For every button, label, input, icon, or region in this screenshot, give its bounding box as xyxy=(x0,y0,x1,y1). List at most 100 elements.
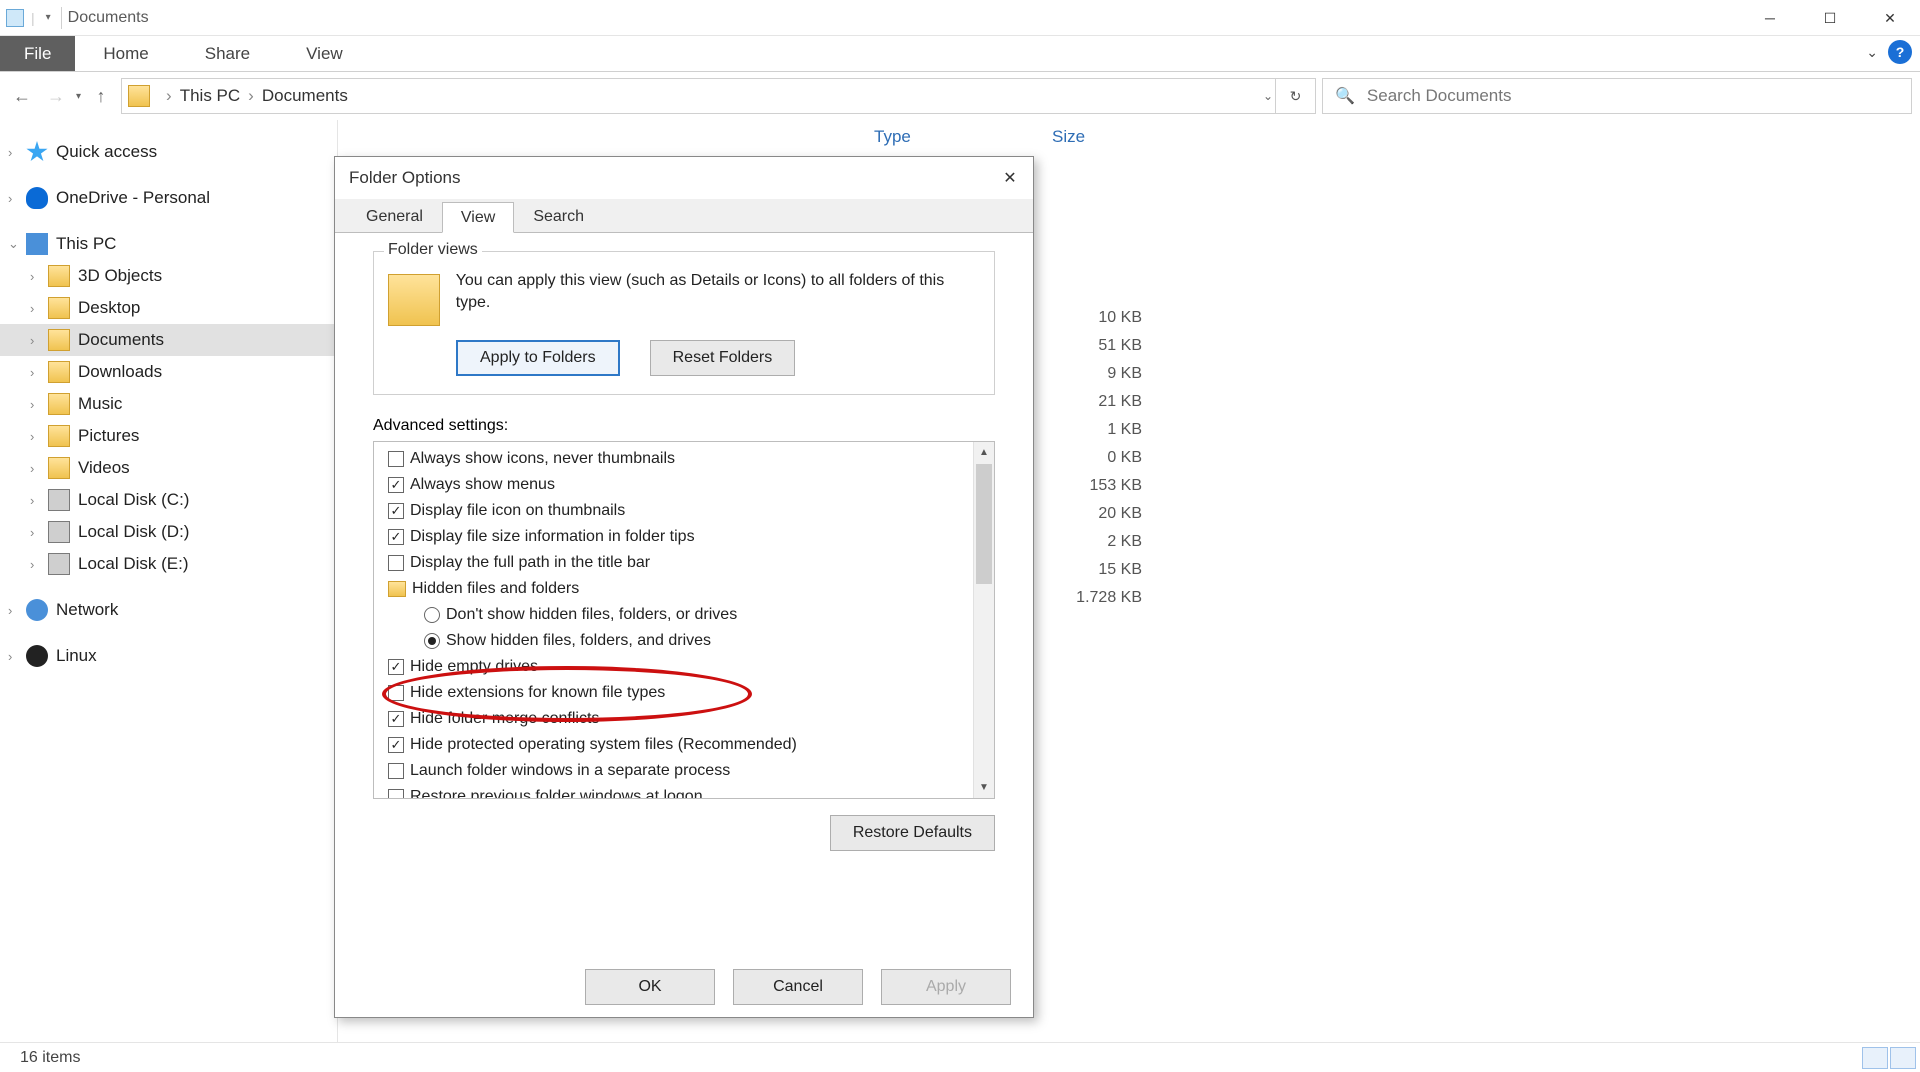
crumb-this-pc[interactable]: This PC xyxy=(180,86,240,106)
back-button[interactable]: ← xyxy=(8,82,36,110)
details-view-button[interactable] xyxy=(1862,1047,1888,1069)
chevron-right-icon[interactable]: › xyxy=(30,429,46,444)
nav-item-desktop[interactable]: ›Desktop xyxy=(0,292,337,324)
checkbox-icon[interactable]: ✓ xyxy=(388,737,404,753)
checkbox-icon[interactable] xyxy=(388,685,404,701)
nav-linux[interactable]: › Linux xyxy=(0,640,337,672)
chevron-right-icon[interactable]: › xyxy=(30,333,46,348)
maximize-button[interactable]: ☐ xyxy=(1800,0,1860,36)
setting-checkbox[interactable]: ✓Display file size information in folder… xyxy=(380,524,988,550)
scroll-up-icon[interactable]: ▲ xyxy=(974,442,994,463)
chevron-right-icon[interactable]: › xyxy=(30,269,46,284)
scroll-down-icon[interactable]: ▼ xyxy=(974,777,994,798)
scroll-thumb[interactable] xyxy=(976,464,992,584)
nav-network[interactable]: › Network xyxy=(0,594,337,626)
nav-this-pc[interactable]: ⌄ This PC xyxy=(0,228,337,260)
apply-button[interactable]: Apply xyxy=(881,969,1011,1005)
ok-button[interactable]: OK xyxy=(585,969,715,1005)
chevron-right-icon[interactable]: › xyxy=(30,461,46,476)
chevron-right-icon[interactable]: › xyxy=(8,649,24,664)
address-dropdown-icon[interactable]: ⌄ xyxy=(1263,89,1273,103)
nav-item-downloads[interactable]: ›Downloads xyxy=(0,356,337,388)
setting-checkbox[interactable]: Display the full path in the title bar xyxy=(380,550,988,576)
tab-share[interactable]: Share xyxy=(177,36,278,71)
tab-home[interactable]: Home xyxy=(75,36,176,71)
setting-checkbox[interactable]: ✓Hide protected operating system files (… xyxy=(380,732,988,758)
nav-quick-access[interactable]: › Quick access xyxy=(0,136,337,168)
checkbox-icon[interactable]: ✓ xyxy=(388,659,404,675)
nav-item-pictures[interactable]: ›Pictures xyxy=(0,420,337,452)
forward-button[interactable]: → xyxy=(42,82,70,110)
crumb-sep-icon[interactable]: › xyxy=(240,86,262,106)
advanced-settings-list[interactable]: Always show icons, never thumbnails✓Alwa… xyxy=(373,441,995,799)
scrollbar[interactable]: ▲ ▼ xyxy=(973,442,994,798)
column-size[interactable]: Size xyxy=(1046,127,1166,147)
file-tab[interactable]: File xyxy=(0,36,75,71)
large-icons-view-button[interactable] xyxy=(1890,1047,1916,1069)
setting-checkbox[interactable]: Restore previous folder windows at logon xyxy=(380,784,988,799)
checkbox-icon[interactable]: ✓ xyxy=(388,529,404,545)
setting-checkbox[interactable]: Always show icons, never thumbnails xyxy=(380,446,988,472)
chevron-right-icon[interactable]: › xyxy=(30,397,46,412)
ribbon-collapse-icon[interactable]: ⌄ xyxy=(1866,44,1878,61)
nav-item-music[interactable]: ›Music xyxy=(0,388,337,420)
nav-item-local-disk-c-[interactable]: ›Local Disk (C:) xyxy=(0,484,337,516)
nav-item-3d-objects[interactable]: ›3D Objects xyxy=(0,260,337,292)
chevron-right-icon[interactable]: › xyxy=(8,603,24,618)
chevron-right-icon[interactable]: › xyxy=(8,191,24,206)
qat-dropdown-icon[interactable]: ▾ xyxy=(42,12,55,23)
chevron-down-icon[interactable]: ⌄ xyxy=(8,236,24,252)
checkbox-icon[interactable]: ✓ xyxy=(388,711,404,727)
checkbox-icon[interactable]: ✓ xyxy=(388,503,404,519)
nav-item-local-disk-e-[interactable]: ›Local Disk (E:) xyxy=(0,548,337,580)
setting-checkbox[interactable]: ✓Always show menus xyxy=(380,472,988,498)
tab-view[interactable]: View xyxy=(278,36,371,71)
column-type[interactable]: Type xyxy=(868,127,1046,147)
setting-checkbox[interactable]: ✓Hide empty drives xyxy=(380,654,988,680)
setting-radio[interactable]: Don't show hidden files, folders, or dri… xyxy=(380,602,988,628)
setting-radio[interactable]: Show hidden files, folders, and drives xyxy=(380,628,988,654)
checkbox-icon[interactable]: ✓ xyxy=(388,477,404,493)
chevron-right-icon[interactable]: › xyxy=(30,301,46,316)
nav-onedrive[interactable]: › OneDrive - Personal xyxy=(0,182,337,214)
checkbox-icon[interactable] xyxy=(388,451,404,467)
chevron-right-icon[interactable]: › xyxy=(30,557,46,572)
dialog-close-button[interactable]: ✕ xyxy=(995,163,1025,193)
chevron-right-icon[interactable]: › xyxy=(30,525,46,540)
checkbox-icon[interactable] xyxy=(388,763,404,779)
radio-icon[interactable] xyxy=(424,633,440,649)
dialog-tab-general[interactable]: General xyxy=(347,201,442,232)
setting-checkbox[interactable]: ✓Hide folder merge conflicts xyxy=(380,706,988,732)
apply-to-folders-button[interactable]: Apply to Folders xyxy=(456,340,620,376)
checkbox-icon[interactable] xyxy=(388,555,404,571)
address-bar[interactable]: › This PC › Documents ⌄ ↻ xyxy=(121,78,1316,114)
setting-checkbox[interactable]: ✓Display file icon on thumbnails xyxy=(380,498,988,524)
checkbox-icon[interactable] xyxy=(388,789,404,799)
chevron-right-icon[interactable]: › xyxy=(30,365,46,380)
drive-icon xyxy=(48,553,70,575)
dialog-tab-view[interactable]: View xyxy=(442,202,514,233)
refresh-button[interactable]: ↻ xyxy=(1275,79,1315,113)
navigation-pane[interactable]: › Quick access › OneDrive - Personal ⌄ T… xyxy=(0,120,338,1042)
recent-locations-icon[interactable]: ▾ xyxy=(76,91,81,102)
reset-folders-button[interactable]: Reset Folders xyxy=(650,340,796,376)
chevron-right-icon[interactable]: › xyxy=(8,145,24,160)
dialog-tab-search[interactable]: Search xyxy=(514,201,603,232)
nav-item-local-disk-d-[interactable]: ›Local Disk (D:) xyxy=(0,516,337,548)
setting-checkbox[interactable]: Hide extensions for known file types xyxy=(380,680,988,706)
restore-defaults-button[interactable]: Restore Defaults xyxy=(830,815,995,851)
app-icon[interactable] xyxy=(6,9,24,27)
chevron-right-icon[interactable]: › xyxy=(30,493,46,508)
nav-item-documents[interactable]: ›Documents xyxy=(0,324,337,356)
setting-checkbox[interactable]: Launch folder windows in a separate proc… xyxy=(380,758,988,784)
radio-icon[interactable] xyxy=(424,607,440,623)
help-button[interactable]: ? xyxy=(1888,40,1912,64)
crumb-sep-icon[interactable]: › xyxy=(158,86,180,106)
cancel-button[interactable]: Cancel xyxy=(733,969,863,1005)
close-button[interactable]: ✕ xyxy=(1860,0,1920,36)
search-box[interactable]: 🔍 Search Documents xyxy=(1322,78,1912,114)
up-button[interactable]: ↑ xyxy=(87,82,115,110)
minimize-button[interactable]: ─ xyxy=(1740,0,1800,36)
nav-item-videos[interactable]: ›Videos xyxy=(0,452,337,484)
crumb-documents[interactable]: Documents xyxy=(262,86,348,106)
